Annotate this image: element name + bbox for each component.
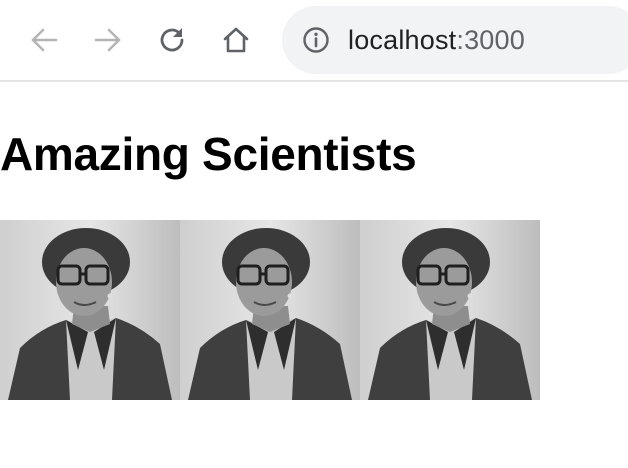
scientist-gallery <box>0 220 540 400</box>
scientist-photo-3 <box>360 220 540 400</box>
page-title: Amazing Scientists <box>0 128 417 180</box>
scientist-photo-1 <box>0 220 180 400</box>
scientist-photo-2 <box>180 220 360 400</box>
reload-icon <box>160 28 184 52</box>
home-button[interactable] <box>216 20 256 60</box>
page-content: Amazing Scientists <box>0 84 628 468</box>
url-port: :3000 <box>456 25 525 55</box>
forward-button[interactable] <box>88 20 128 60</box>
back-button[interactable] <box>24 20 64 60</box>
url-host: localhost <box>348 25 457 55</box>
back-arrow-icon <box>31 28 58 52</box>
url-text[interactable]: localhost:3000 <box>348 26 525 54</box>
home-icon <box>223 27 249 53</box>
forward-arrow-icon <box>94 28 121 52</box>
address-bar[interactable]: localhost:3000 <box>282 6 628 74</box>
site-info-icon[interactable] <box>302 26 330 54</box>
reload-button[interactable] <box>152 20 192 60</box>
browser-toolbar: localhost:3000 <box>0 0 628 82</box>
